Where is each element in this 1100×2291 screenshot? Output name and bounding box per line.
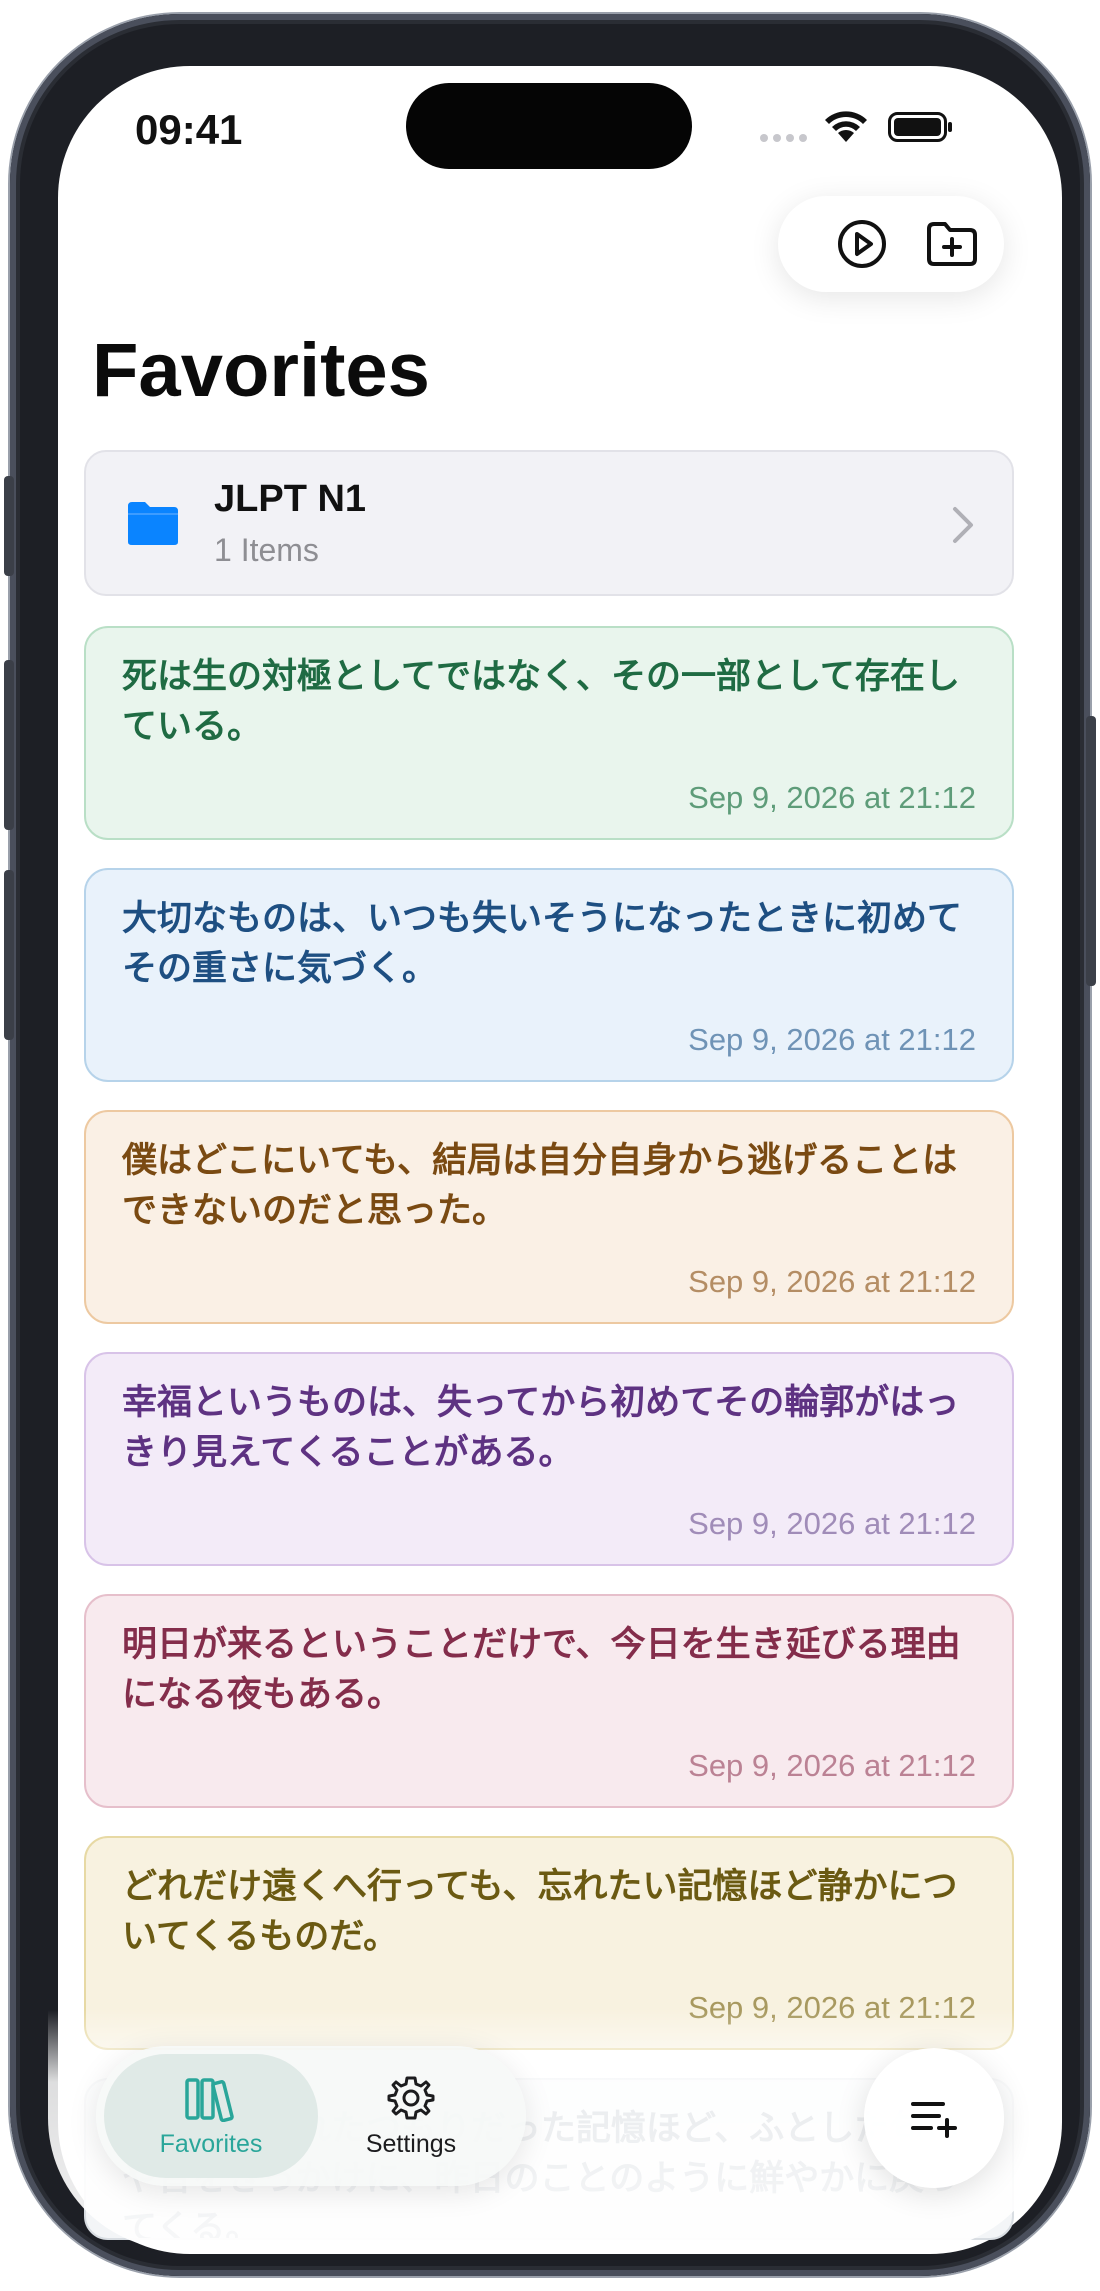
- play-circle-icon: [838, 220, 886, 268]
- tab-favorites[interactable]: Favorites: [104, 2054, 318, 2178]
- quote-card[interactable]: 明日が来るということだけで、今日を生き延びる理由になる夜もある。 Sep 9, …: [84, 1594, 1014, 1808]
- folder-name: JLPT N1: [214, 478, 367, 520]
- quote-date: Sep 9, 2026 at 21:12: [688, 1022, 976, 1057]
- folder-plus-icon: [927, 222, 977, 266]
- quote-card[interactable]: 幸福というものは、失ってから初めてその輪郭がはっきり見えてくることがある。 Se…: [84, 1352, 1014, 1566]
- quote-date: Sep 9, 2026 at 21:12: [688, 1506, 976, 1541]
- quote-text: 大切なものは、いつも失いそうになったときに初めてその重さに気づく。: [122, 899, 963, 989]
- chevron-right-icon: [953, 507, 973, 543]
- gear-icon: [387, 2076, 435, 2119]
- quote-date: Sep 9, 2026 at 21:12: [688, 1990, 976, 2025]
- quote-card[interactable]: 大切なものは、いつも失いそうになったときに初めてその重さに気づく。 Sep 9,…: [84, 868, 1014, 1082]
- battery-icon: [888, 112, 952, 142]
- cellular-signal-icon: [760, 132, 810, 144]
- play-button[interactable]: [830, 212, 894, 276]
- quote-card[interactable]: どれだけ遠くへ行っても、忘れたい記憶ほど静かについてくるものだ。 Sep 9, …: [84, 1836, 1014, 2050]
- quote-date: Sep 9, 2026 at 21:12: [688, 1264, 976, 1299]
- tab-settings[interactable]: Settings: [304, 2054, 518, 2178]
- top-toolbar: [778, 196, 1004, 292]
- volume-up-button: [4, 660, 14, 830]
- folder-icon: [128, 502, 178, 545]
- quote-date: Sep 9, 2026 at 21:12: [688, 1748, 976, 1783]
- tab-favorites-label: Favorites: [159, 2129, 263, 2158]
- books-icon: [185, 2077, 234, 2122]
- status-time: 09:41: [135, 106, 243, 153]
- add-to-list-button[interactable]: [864, 2048, 1004, 2188]
- folder-row[interactable]: JLPT N1 1 Items: [84, 450, 1014, 596]
- folder-item-count: 1 Items: [214, 532, 319, 568]
- action-button: [4, 476, 14, 576]
- tab-bar: Favorites Settings: [96, 2046, 526, 2186]
- quote-date: Sep 9, 2026 at 21:12: [688, 780, 976, 815]
- tab-settings-label: Settings: [365, 2129, 457, 2158]
- page-title: Favorites: [92, 328, 430, 413]
- quote-text: どれだけ遠くへ行っても、忘れたい記憶ほど静かについてくるものだ。: [122, 1867, 958, 1957]
- new-folder-button[interactable]: [920, 212, 984, 276]
- dynamic-island: [406, 83, 692, 169]
- quote-card[interactable]: 僕はどこにいても、結局は自分自身から逃げることはできないのだと思った。 Sep …: [84, 1110, 1014, 1324]
- power-button: [1086, 716, 1096, 986]
- add-to-list-icon: [911, 2102, 957, 2138]
- quote-text: 僕はどこにいても、結局は自分自身から逃げることはできないのだと思った。: [122, 1141, 958, 1231]
- wifi-icon: [825, 111, 867, 142]
- quote-text: 死は生の対極としてではなく、その一部として存在している。: [122, 657, 960, 747]
- quote-text: 幸福というものは、失ってから初めてその輪郭がはっきり見えてくることがある。: [122, 1383, 960, 1473]
- quote-card[interactable]: 死は生の対極としてではなく、その一部として存在している。 Sep 9, 2026…: [84, 626, 1014, 840]
- volume-down-button: [4, 870, 14, 1040]
- quote-text: 明日が来るということだけで、今日を生き延びる理由になる夜もある。: [122, 1625, 961, 1715]
